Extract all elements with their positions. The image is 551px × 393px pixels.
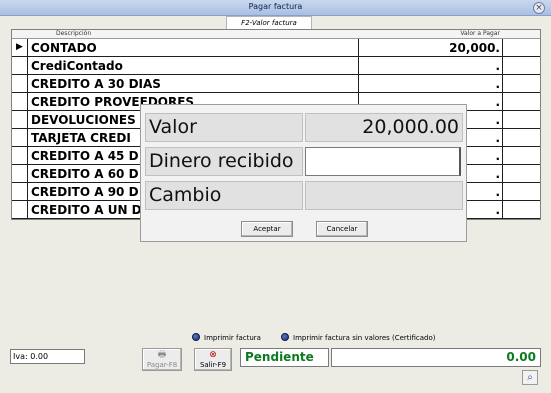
dinero-row: Dinero recibido xyxy=(145,147,463,176)
row-indicator xyxy=(12,165,28,183)
valor-label: Valor xyxy=(145,113,303,142)
cambio-value xyxy=(305,181,463,210)
row-indicator xyxy=(12,129,28,147)
radio-icon[interactable] xyxy=(192,333,200,341)
dinero-recibido-label: Dinero recibido xyxy=(145,147,303,176)
row-indicator xyxy=(12,183,28,201)
accept-button[interactable]: Aceptar xyxy=(241,221,293,237)
print-invoice-option[interactable]: Imprimir factura xyxy=(192,333,261,345)
table-row[interactable]: CrediContado . xyxy=(12,57,540,75)
row-indicator xyxy=(12,201,28,219)
row-indicator xyxy=(12,111,28,129)
column-header-description: Descripción xyxy=(56,30,92,37)
pay-icon: 🖶 xyxy=(157,350,167,360)
total-value: 0.00 xyxy=(331,348,541,367)
row-indicator xyxy=(12,147,28,165)
row-indicator xyxy=(12,93,28,111)
exit-icon: ⊗ xyxy=(209,350,217,360)
row-description: DEVOLUCIONES xyxy=(31,113,136,127)
window-title: Pagar factura xyxy=(248,2,303,11)
column-header-value: Valor a Pagar xyxy=(460,30,500,37)
row-description: CREDITO A 60 D xyxy=(31,167,139,181)
pay-button[interactable]: 🖶 Pagar-F8 xyxy=(142,348,182,371)
row-description: CREDITO A 45 D xyxy=(31,149,139,163)
magnifier-icon[interactable]: ⌕ xyxy=(522,370,538,385)
row-description: CrediContado xyxy=(31,59,123,73)
exit-button[interactable]: ⊗ Salir-F9 xyxy=(194,348,232,371)
title-bar: Pagar factura × xyxy=(0,0,551,16)
payment-dialog: Valor 20,000.00 Dinero recibido Cambio A… xyxy=(140,104,467,242)
row-value[interactable]: . xyxy=(358,75,503,93)
row-pointer-icon: ▶ xyxy=(12,39,28,57)
grid-header: Descripción Valor a Pagar xyxy=(12,30,540,39)
valor-value: 20,000.00 xyxy=(305,113,463,142)
print-no-values-option[interactable]: Imprimir factura sin valores (Certificad… xyxy=(281,333,436,345)
cambio-label: Cambio xyxy=(145,181,303,210)
table-row[interactable]: CREDITO A 30 DIAS . xyxy=(12,75,540,93)
table-row[interactable]: ▶ CONTADO 20,000. xyxy=(12,39,540,57)
exit-button-label: Salir-F9 xyxy=(199,361,227,369)
row-value[interactable]: . xyxy=(358,57,503,75)
row-description: CREDITO A UN D xyxy=(31,203,142,217)
row-indicator xyxy=(12,75,28,93)
status-badge: Pendiente xyxy=(240,348,329,367)
close-icon[interactable]: × xyxy=(533,2,545,14)
cancel-button[interactable]: Cancelar xyxy=(316,221,368,237)
iva-field: Iva: 0.00 xyxy=(10,349,85,364)
row-value[interactable]: 20,000. xyxy=(358,39,503,57)
tab-valor-factura[interactable]: F2-Valor factura xyxy=(226,16,312,29)
row-indicator xyxy=(12,57,28,75)
radio-icon[interactable] xyxy=(281,333,289,341)
row-description: TARJETA CREDI xyxy=(31,131,131,145)
row-description: CREDITO A 90 D xyxy=(31,185,139,199)
valor-row: Valor 20,000.00 xyxy=(145,113,463,142)
print-no-values-label: Imprimir factura sin valores (Certificad… xyxy=(293,334,436,342)
row-description: CREDITO A 30 DIAS xyxy=(31,77,161,91)
pay-button-label: Pagar-F8 xyxy=(146,361,178,369)
cambio-row: Cambio xyxy=(145,181,463,210)
print-invoice-label: Imprimir factura xyxy=(204,334,261,342)
dinero-recibido-input[interactable] xyxy=(305,147,461,176)
row-description: CONTADO xyxy=(31,41,97,55)
